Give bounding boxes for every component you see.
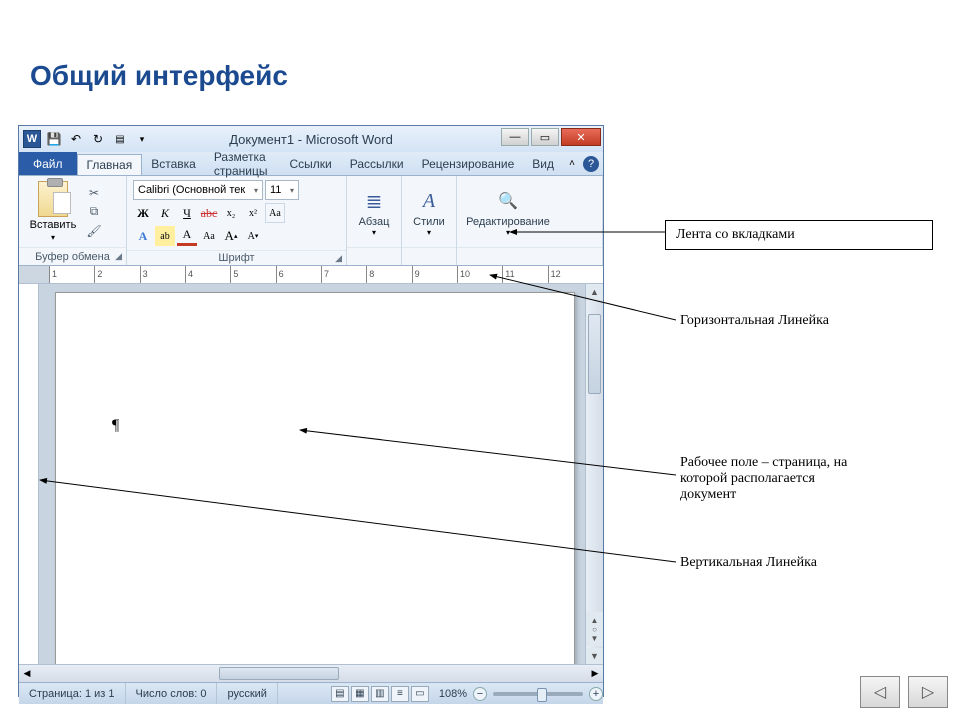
pilcrow-mark: ¶	[112, 417, 119, 435]
group-font: Calibri (Основной тек▾ 11▾ Ж К Ч abc x₂ …	[127, 176, 347, 265]
zoom-out-button[interactable]: −	[473, 687, 487, 701]
title-bar: W 💾 ↶ ↻ ▤ ▾ Документ1 - Microsoft Word —…	[19, 126, 603, 152]
horizontal-ruler[interactable]: 1 2 3 4 5 6 7 8 9 10 11 12	[19, 266, 603, 284]
redo-icon[interactable]: ↻	[89, 130, 107, 148]
qat-dropdown-icon[interactable]: ▾	[133, 130, 151, 148]
group-styles: A Стили ▾	[402, 176, 457, 265]
subscript-button[interactable]: x₂	[221, 203, 241, 223]
zoom-level[interactable]: 108%	[439, 688, 467, 700]
next-slide-button[interactable]: ▷	[908, 676, 948, 708]
font-name-combo[interactable]: Calibri (Основной тек▾	[133, 180, 263, 200]
copy-icon[interactable]: ⧉	[85, 204, 103, 220]
zoom-slider[interactable]	[493, 692, 583, 696]
font-size-combo[interactable]: 11▾	[265, 180, 299, 200]
page[interactable]: ¶	[55, 292, 575, 664]
editing-button[interactable]: 🔍 Редактирование ▾	[463, 186, 553, 237]
prev-slide-button[interactable]: ◁	[860, 676, 900, 708]
superscript-button[interactable]: x²	[243, 203, 263, 223]
paragraph-button[interactable]: ≣ Абзац ▾	[353, 186, 395, 237]
font-group-label: Шрифт◢	[127, 250, 346, 265]
group-editing: 🔍 Редактирование ▾	[457, 176, 603, 265]
minimize-button[interactable]: —	[501, 128, 529, 146]
maximize-button[interactable]: ▭	[531, 128, 559, 146]
tab-references[interactable]: Ссылки	[281, 152, 341, 175]
bold-button[interactable]: Ж	[133, 203, 153, 223]
hscroll-thumb[interactable]	[219, 667, 339, 680]
window-controls: — ▭ ✕	[501, 128, 601, 146]
group-clipboard: Вставить ▾ ✂ ⧉ 🖌 Буфер обмена◢	[19, 176, 127, 265]
help-icon[interactable]: ?	[583, 156, 599, 172]
text-effects-button[interactable]: A	[133, 226, 153, 246]
scroll-left-icon[interactable]: ◀	[19, 665, 35, 682]
view-outline-icon[interactable]: ≡	[391, 686, 409, 702]
view-full-screen-icon[interactable]: ▦	[351, 686, 369, 702]
work-area: ¶ ▲ ▲○▼ ▼	[19, 284, 603, 664]
horizontal-scrollbar[interactable]: ◀ ▶	[19, 664, 603, 682]
format-painter-icon[interactable]: 🖌	[85, 223, 103, 239]
tab-insert[interactable]: Вставка	[142, 152, 205, 175]
status-word-count[interactable]: Число слов: 0	[126, 683, 218, 704]
strikethrough-button[interactable]: abc	[199, 203, 219, 223]
tab-page-layout[interactable]: Разметка страницы	[205, 152, 281, 175]
callout-h-ruler: Горизонтальная Линейка	[680, 313, 829, 329]
word-window: W 💾 ↶ ↻ ▤ ▾ Документ1 - Microsoft Word —…	[18, 125, 604, 697]
font-launcher-icon[interactable]: ◢	[335, 253, 342, 264]
callout-ribbon: Лента со вкладками	[665, 220, 933, 250]
shrink-font-button[interactable]: A▾	[243, 226, 263, 246]
view-draft-icon[interactable]: ▭	[411, 686, 429, 702]
view-web-icon[interactable]: ▥	[371, 686, 389, 702]
quick-access-toolbar: W 💾 ↶ ↻ ▤ ▾	[19, 130, 151, 148]
clipboard-icon	[38, 181, 68, 217]
underline-button[interactable]: Ч	[177, 203, 197, 223]
case-button[interactable]: Aa	[199, 226, 219, 246]
status-language[interactable]: русский	[217, 683, 277, 704]
view-buttons: ▤ ▦ ▥ ≡ ▭	[325, 686, 435, 702]
styles-icon: A	[414, 186, 444, 216]
print-icon[interactable]: ▤	[111, 130, 129, 148]
scroll-down-icon[interactable]: ▼	[586, 648, 603, 664]
tab-view[interactable]: Вид	[523, 152, 563, 175]
word-app-icon[interactable]: W	[23, 130, 41, 148]
close-button[interactable]: ✕	[561, 128, 601, 146]
vscroll-thumb[interactable]	[588, 314, 601, 394]
view-print-layout-icon[interactable]: ▤	[331, 686, 349, 702]
ribbon-tabs: Файл Главная Вставка Разметка страницы С…	[19, 152, 603, 176]
callout-v-ruler: Вертикальная Линейка	[680, 555, 817, 571]
save-icon[interactable]: 💾	[45, 130, 63, 148]
tab-home[interactable]: Главная	[77, 154, 143, 175]
tab-review[interactable]: Рецензирование	[413, 152, 524, 175]
paragraph-icon: ≣	[359, 186, 389, 216]
group-paragraph: ≣ Абзац ▾	[347, 176, 402, 265]
clipboard-group-label: Буфер обмена◢	[19, 247, 126, 265]
document-area[interactable]: ¶	[39, 284, 585, 664]
undo-icon[interactable]: ↶	[67, 130, 85, 148]
cut-icon[interactable]: ✂	[85, 185, 103, 201]
italic-button[interactable]: К	[155, 203, 175, 223]
clipboard-launcher-icon[interactable]: ◢	[115, 251, 122, 262]
ribbon: Вставить ▾ ✂ ⧉ 🖌 Буфер обмена◢ Calibri (…	[19, 176, 603, 266]
scroll-up-icon[interactable]: ▲	[586, 284, 603, 300]
callout-work-area: Рабочее поле – страница, на которой расп…	[680, 455, 930, 503]
highlight-color-button[interactable]: ab	[155, 226, 175, 246]
zoom-in-button[interactable]: +	[589, 687, 603, 701]
change-case-button[interactable]: Aa	[265, 203, 285, 223]
styles-button[interactable]: A Стили ▾	[408, 186, 450, 237]
status-page-info[interactable]: Страница: 1 из 1	[19, 683, 126, 704]
font-color-button[interactable]: A	[177, 226, 197, 246]
paste-button[interactable]: Вставить ▾	[25, 181, 81, 242]
zoom-controls: 108% − +	[439, 687, 603, 701]
minimize-ribbon-icon[interactable]: ˄	[563, 155, 581, 173]
tab-mailings[interactable]: Рассылки	[341, 152, 413, 175]
browse-object-icon[interactable]: ▲○▼	[586, 612, 603, 646]
paste-label: Вставить	[30, 219, 77, 231]
scroll-right-icon[interactable]: ▶	[587, 665, 603, 682]
grow-font-button[interactable]: A▴	[221, 226, 241, 246]
tab-file[interactable]: Файл	[19, 152, 77, 175]
status-bar: Страница: 1 из 1 Число слов: 0 русский ▤…	[19, 682, 603, 704]
find-icon: 🔍	[493, 186, 523, 216]
vertical-scrollbar[interactable]: ▲ ▲○▼ ▼	[585, 284, 603, 664]
vertical-ruler[interactable]	[19, 284, 39, 664]
slide-title: Общий интерфейс	[30, 60, 288, 92]
